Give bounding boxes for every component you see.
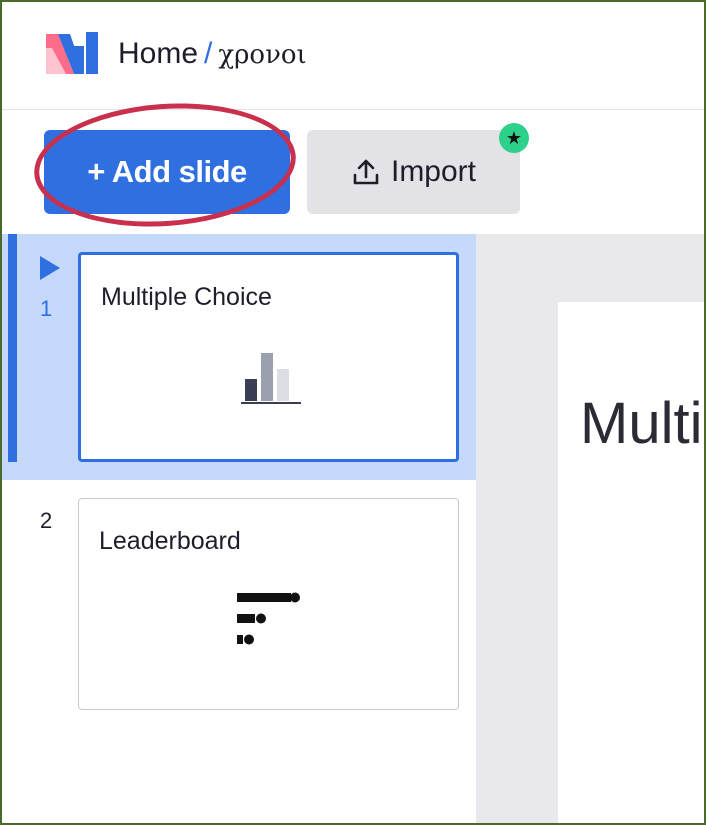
import-label: Import [390, 155, 477, 188]
top-header: Home / χρονοι [2, 2, 704, 110]
slide-title: Leaderboard [99, 527, 241, 555]
bar-chart-icon [241, 353, 301, 404]
leaderboard-icon [237, 592, 300, 645]
mentimeter-logo-icon[interactable] [44, 28, 100, 76]
active-slide-indicator [8, 234, 17, 462]
upload-icon [353, 159, 379, 185]
star-icon: ★ [505, 128, 523, 148]
slide-number: 2 [40, 508, 53, 533]
slide-preview[interactable]: Multi [558, 302, 704, 823]
add-slide-button[interactable]: + Add slide [44, 130, 290, 214]
breadcrumb-home-link[interactable]: Home [118, 37, 198, 70]
new-feature-badge: ★ [499, 123, 529, 153]
import-button[interactable]: Import [307, 130, 520, 214]
slide-thumbnail-leaderboard[interactable]: Leaderboard [78, 498, 459, 710]
slide-number: 1 [40, 296, 53, 321]
slide-list-sidebar: 1 Multiple Choice 2 Leaderboard [2, 234, 476, 823]
slide-row-1[interactable]: 1 Multiple Choice [2, 234, 476, 480]
slide-thumbnail-multiple-choice[interactable]: Multiple Choice [78, 252, 459, 462]
breadcrumb-separator: / [204, 37, 213, 70]
breadcrumb: Home / χρονοι [118, 36, 307, 73]
slide-canvas: Multi [476, 234, 704, 823]
app-window: Home / χρονοι + Add slide Import ★ 1 Multi… [0, 0, 706, 825]
presentation-name[interactable]: χρονοι [218, 40, 306, 70]
slide-row-2[interactable]: 2 Leaderboard [2, 480, 476, 720]
slide-heading[interactable]: Multi [580, 390, 702, 457]
play-icon[interactable] [40, 256, 60, 280]
slide-title: Multiple Choice [101, 283, 272, 311]
